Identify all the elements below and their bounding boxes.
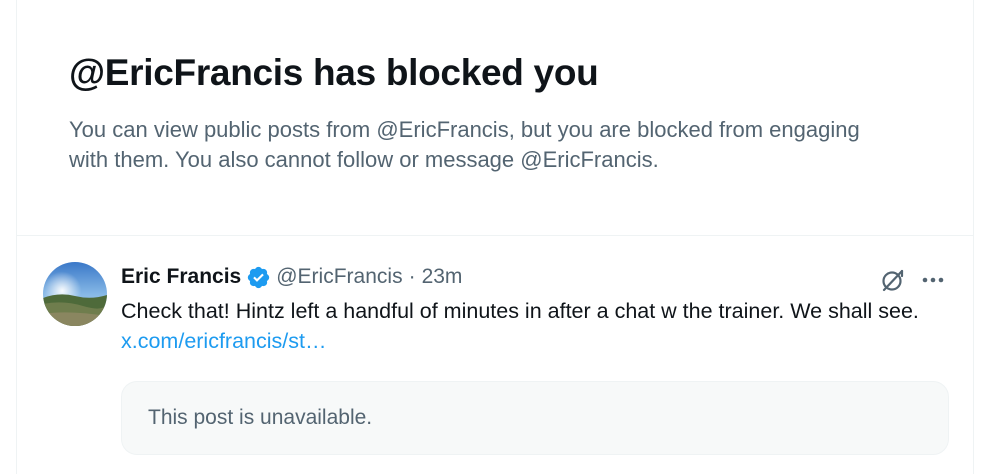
verified-badge-icon[interactable] [246, 265, 271, 290]
timeline-frame: @EricFrancis has blocked you You can vie… [16, 0, 974, 474]
unavailable-text: This post is unavailable. [148, 406, 373, 429]
blocked-description: You can view public posts from @EricFran… [69, 117, 860, 172]
avatar[interactable] [43, 262, 107, 326]
grok-icon[interactable] [879, 266, 907, 294]
separator: · [408, 265, 416, 288]
tweet-header: Eric Francis @EricFrancis · 23m [121, 264, 462, 290]
tweet[interactable]: Eric Francis @EricFrancis · 23m Check th… [17, 236, 973, 474]
tweet-link[interactable]: x.com/ericfrancis/st… [121, 329, 326, 353]
author-handle[interactable]: @EricFrancis [276, 265, 402, 289]
avatar-image [43, 262, 107, 326]
quoted-post-unavailable: This post is unavailable. [121, 381, 949, 455]
blocked-title: @EricFrancis has blocked you [69, 52, 599, 93]
tweet-body: Check that! Hintz left a handful of minu… [121, 299, 919, 323]
author-name[interactable]: Eric Francis [121, 265, 241, 289]
blocked-notice: @EricFrancis has blocked you You can vie… [17, 0, 973, 236]
timestamp[interactable]: 23m [422, 265, 463, 289]
more-options-icon[interactable] [919, 266, 947, 294]
tweet-text: Check that! Hintz left a handful of minu… [121, 296, 951, 356]
